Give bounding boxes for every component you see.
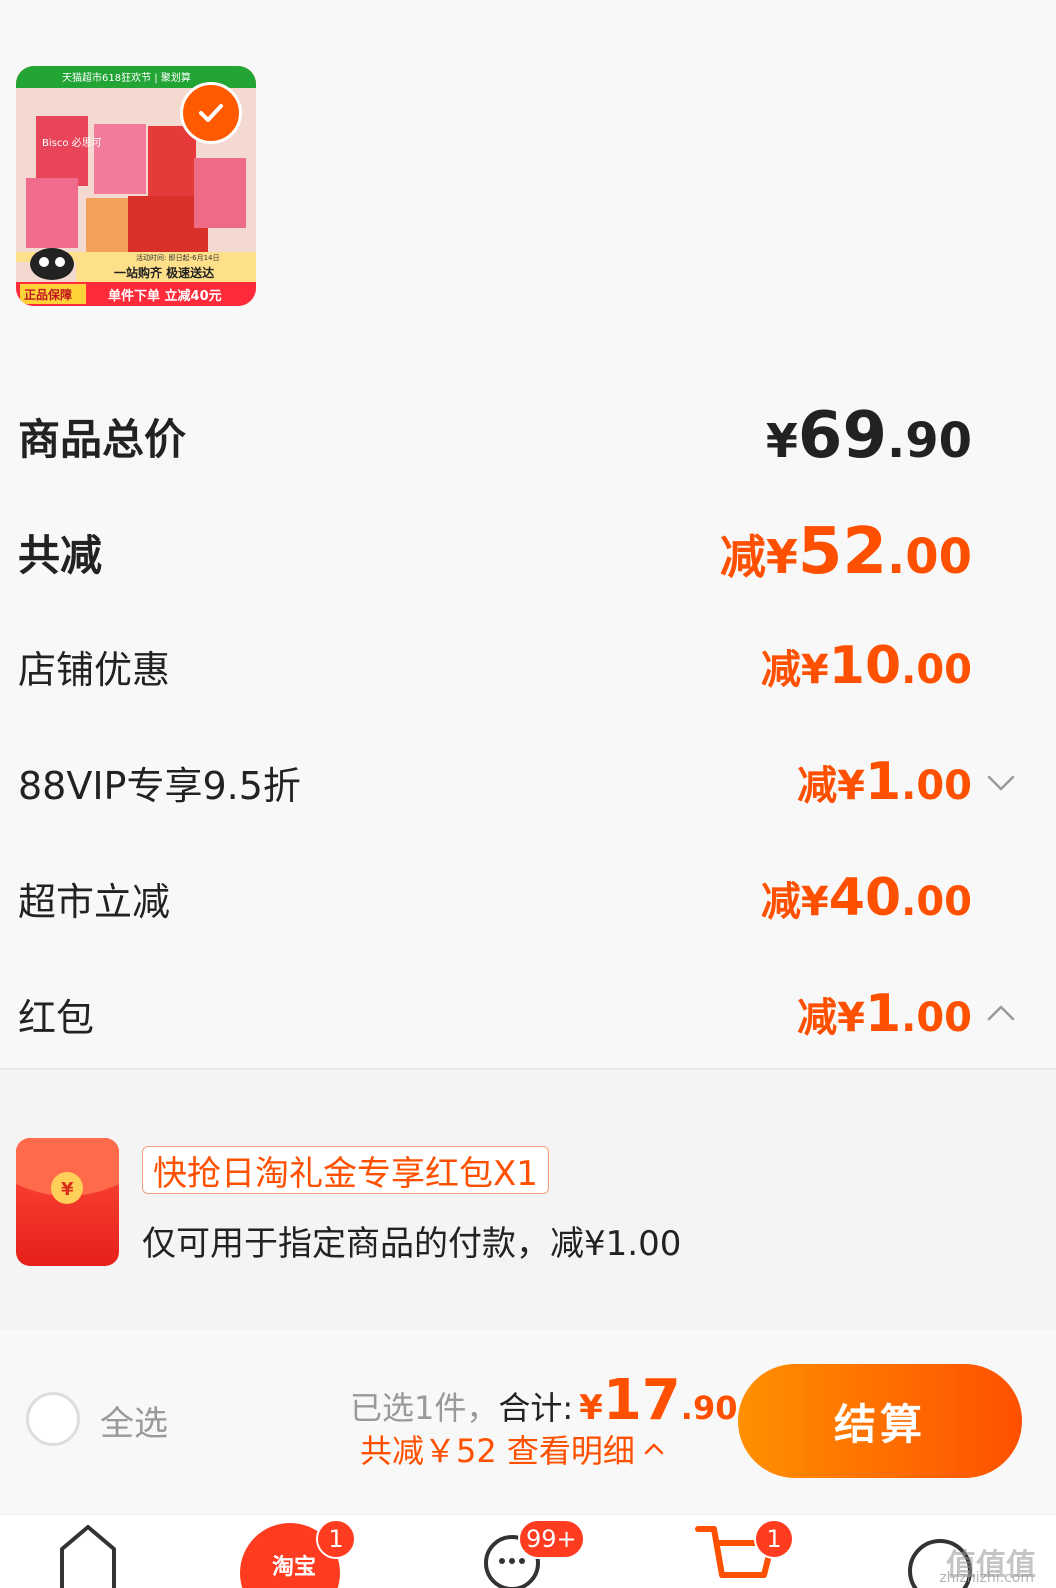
select-all-label[interactable]: 全选 [100,1396,168,1445]
discount-dec: .00 [901,879,972,925]
tab-badge: 1 [316,1519,356,1559]
total-price-row: 商品总价 ¥ 69 .90 [18,399,1018,473]
tab-badge: 99+ [518,1519,585,1559]
discount-int: 10 [828,636,902,696]
svg-text:¥: ¥ [61,1179,74,1200]
discount-row-redpacket[interactable]: 红包 减¥ 1 .00 [18,984,1018,1044]
discount-label: 超市立减 [18,879,171,924]
discount-dec: .00 [901,995,972,1041]
thumb-brand: Bisco 必思可 [42,136,102,149]
thumb-slogan: 一站购齐 极速送达 [114,265,214,280]
watermark-url: zhizhizhi.com [939,1570,1034,1586]
coupon-description: 仅可用于指定商品的付款，减¥1.00 [142,1224,682,1264]
discount-label: 88VIP专享9.5折 [18,763,301,808]
tab-badge: 1 [754,1519,794,1559]
total-reduction-int: 52 [797,515,887,589]
total-price-prefix: ¥ [765,414,798,468]
total-price-value: ¥ 69 .90 [766,399,972,473]
redpacket-detail-panel [0,1070,1056,1330]
discount-int: 40 [828,868,902,928]
total-dec: .90 [680,1389,738,1427]
total-reduction-label: 共减 [18,530,103,580]
discount-prefix: 减¥ [760,647,829,693]
chevron-up-icon [644,1443,664,1455]
total-reduction-dec: .00 [886,529,972,585]
discount-value: 减¥ 40 .00 [761,868,972,928]
total-reduction-prefix: 减¥ [719,530,798,584]
total-price-dec: .90 [886,413,972,469]
total-price-label: 商品总价 [18,414,187,464]
selected-check-badge[interactable] [180,82,242,144]
discount-dec: .00 [901,763,972,809]
discount-label: 红包 [18,995,95,1040]
discount-value: 减¥ 1 .00 [797,984,972,1044]
total-reduction-row: 共减 减¥ 52 .00 [18,515,1018,589]
order-total: 已选1件， 合计: ¥ 17 .90 [350,1368,737,1433]
discount-row-88vip[interactable]: 88VIP专享9.5折 减¥ 1 .00 [18,752,1018,812]
discount-prefix: 减¥ [797,995,865,1041]
thumb-promo: 单件下单 立减40元 [108,288,222,304]
thumb-banner-top: 天猫超市618狂欢节 | 聚划算 [62,71,191,84]
redpacket-graphic: ¥ [16,1138,119,1204]
discount-label: 店铺优惠 [18,647,171,692]
chevron-up-icon[interactable] [984,997,1018,1031]
total-price-int: 69 [797,399,887,473]
checkout-button[interactable]: 结算 [738,1364,1022,1478]
tab-taobao[interactable]: 淘宝 1 [230,1515,356,1588]
tab-cart[interactable]: 1 [680,1515,800,1588]
total-yen: ¥ [579,1388,603,1428]
home-icon [60,1525,116,1588]
savings-text: 共减￥52 查看明细 [360,1432,635,1470]
selected-count: 已选1件， [350,1389,499,1427]
check-icon [199,104,223,122]
tab-home[interactable] [30,1515,150,1588]
discount-value: 减¥ 10 .00 [761,636,972,696]
redpacket-icon: ¥ [16,1138,119,1266]
view-details-link[interactable]: 共减￥52 查看明细 [360,1426,667,1472]
discount-int: 1 [864,752,902,812]
discount-value: 减¥ 1 .00 [797,752,972,812]
discount-row-store: 店铺优惠 减¥ 10 .00 [18,636,1018,696]
total-reduction-value: 减¥ 52 .00 [720,515,972,589]
discount-dec: .00 [901,647,972,693]
total-label: 合计: [498,1389,574,1427]
discount-int: 1 [864,984,902,1044]
chevron-down-icon[interactable] [984,765,1018,799]
thumb-activity-time: 活动时间: 即日起-6月14日 [136,253,219,262]
total-int: 17 [602,1368,681,1433]
bottom-tab-bar: 淘宝 1 99+ 1 值值值 zhizhizhi.com [0,1514,1056,1588]
tab-messages[interactable]: 99+ [460,1515,585,1588]
tab-taobao-label: 淘宝 [272,1555,317,1580]
discount-prefix: 减¥ [797,763,865,809]
discount-row-supermarket: 超市立减 减¥ 40 .00 [18,868,1018,928]
thumb-guarantee: 正品保障 [24,287,72,302]
coupon-tag: 快抢日淘礼金专享红包X1 [142,1146,549,1194]
discount-prefix: 减¥ [760,879,829,925]
select-all-checkbox[interactable] [26,1392,80,1446]
